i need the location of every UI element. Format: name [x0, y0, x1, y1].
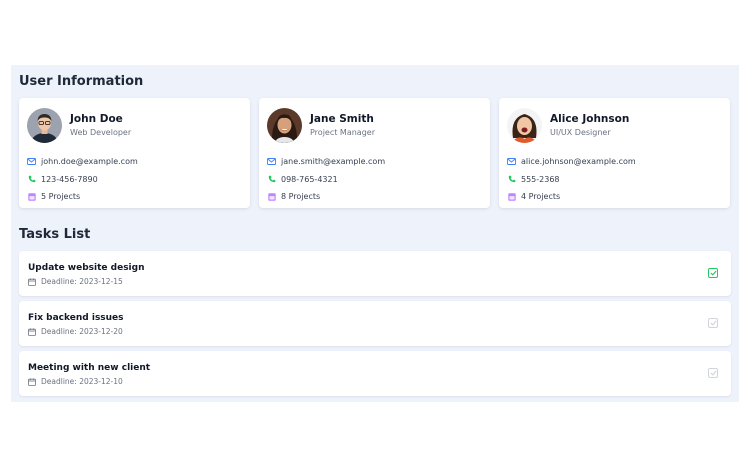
- user-name: Alice Johnson: [550, 113, 630, 125]
- user-phone-text: 555-2368: [521, 174, 560, 184]
- mail-icon: [267, 157, 276, 166]
- task-deadline-text: Deadline: 2023-12-20: [41, 327, 123, 336]
- user-projects: 8 Projects: [267, 188, 482, 206]
- folder-icon: [27, 192, 36, 201]
- check-icon: [709, 270, 717, 276]
- user-projects-text: 8 Projects: [281, 192, 321, 202]
- user-projects-text: 4 Projects: [521, 192, 561, 202]
- folder-icon: [267, 192, 276, 201]
- user-email[interactable]: jane.smith@example.com: [267, 153, 482, 171]
- user-card: Alice Johnson UI/UX Designer alice.johns…: [499, 98, 730, 208]
- task-complete-checkbox[interactable]: [708, 368, 718, 378]
- user-projects-text: 5 Projects: [41, 192, 81, 202]
- mail-icon: [507, 157, 516, 166]
- task-deadline: Deadline: 2023-12-10: [28, 377, 722, 386]
- user-projects: 5 Projects: [27, 188, 242, 206]
- user-email[interactable]: john.doe@example.com: [27, 153, 242, 171]
- avatar: [27, 107, 62, 143]
- user-cards: John Doe Web Developer john.doe@example.…: [19, 98, 731, 208]
- task-deadline-text: Deadline: 2023-12-10: [41, 377, 123, 386]
- task-row: Meeting with new client Deadline: 2023-1…: [19, 351, 731, 396]
- user-phone-text: 123-456-7890: [41, 174, 98, 184]
- avatar: [507, 107, 542, 143]
- user-phone[interactable]: 098-765-4321: [267, 171, 482, 189]
- task-title: Meeting with new client: [28, 363, 151, 373]
- user-phone-text: 098-765-4321: [281, 174, 338, 184]
- task-deadline: Deadline: 2023-12-15: [28, 277, 722, 286]
- phone-icon: [507, 175, 516, 184]
- check-icon: [709, 370, 717, 376]
- user-card: John Doe Web Developer john.doe@example.…: [19, 98, 250, 208]
- phone-icon: [267, 175, 276, 184]
- mail-icon: [27, 157, 36, 166]
- user-name: Jane Smith: [310, 113, 374, 125]
- user-projects: 4 Projects: [507, 188, 722, 206]
- folder-icon: [507, 192, 516, 201]
- user-email-text: john.doe@example.com: [41, 157, 138, 167]
- task-deadline-text: Deadline: 2023-12-15: [41, 277, 123, 286]
- task-list: Update website design Deadline: 2023-12-…: [19, 251, 731, 396]
- user-name: John Doe: [70, 113, 123, 125]
- user-phone[interactable]: 555-2368: [507, 171, 722, 189]
- user-email-text: alice.johnson@example.com: [521, 157, 636, 167]
- phone-icon: [27, 175, 36, 184]
- user-phone[interactable]: 123-456-7890: [27, 171, 242, 189]
- user-role: Project Manager: [310, 128, 375, 137]
- task-title: Fix backend issues: [28, 313, 124, 323]
- user-email[interactable]: alice.johnson@example.com: [507, 153, 722, 171]
- user-information-heading: User Information: [19, 74, 144, 89]
- task-complete-checkbox[interactable]: [708, 318, 718, 328]
- task-title: Update website design: [28, 263, 145, 273]
- calendar-icon: [28, 377, 36, 386]
- check-icon: [709, 320, 717, 326]
- calendar-icon: [28, 327, 36, 336]
- calendar-icon: [28, 277, 36, 286]
- task-row: Fix backend issues Deadline: 2023-12-20: [19, 301, 731, 346]
- tasks-list-heading: Tasks List: [19, 227, 91, 242]
- task-row: Update website design Deadline: 2023-12-…: [19, 251, 731, 296]
- avatar: [267, 107, 302, 143]
- user-card: Jane Smith Project Manager jane.smith@ex…: [259, 98, 490, 208]
- task-deadline: Deadline: 2023-12-20: [28, 327, 722, 336]
- user-email-text: jane.smith@example.com: [281, 157, 386, 167]
- task-complete-checkbox[interactable]: [708, 268, 718, 278]
- user-role: UI/UX Designer: [550, 128, 611, 137]
- content-panel: User Information John Doe Web Developer …: [11, 65, 739, 402]
- user-role: Web Developer: [70, 128, 132, 137]
